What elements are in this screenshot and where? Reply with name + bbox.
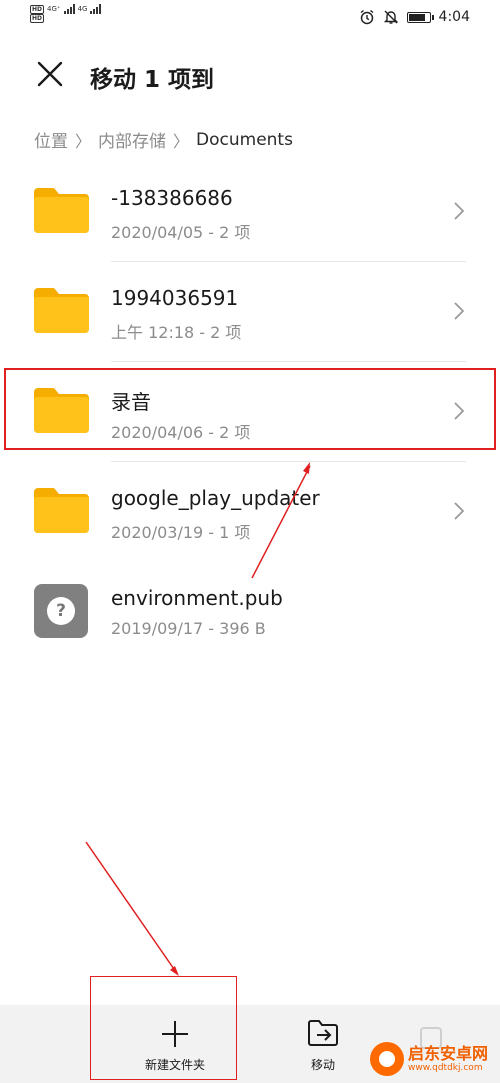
- move-button[interactable]: 移动: [273, 1005, 373, 1083]
- new-folder-label: 新建文件夹: [144, 1058, 205, 1072]
- arrowhead: [303, 462, 310, 474]
- watermark-title: 启东安卓网: [408, 1043, 489, 1063]
- move-label: 移动: [310, 1058, 335, 1072]
- watermark-logo-icon: [370, 1042, 404, 1076]
- plus-icon: [162, 1021, 188, 1047]
- new-folder-button[interactable]: 新建文件夹: [100, 1005, 250, 1083]
- annotation-arrow-to-folder: [251, 465, 311, 579]
- watermark: 启东安卓网 www.qdtdkj.com: [370, 1042, 488, 1076]
- arrowhead: [170, 966, 179, 976]
- watermark-url: www.qdtdkj.com: [408, 1062, 483, 1073]
- move-to-folder-icon: [308, 1020, 338, 1046]
- annotation-arrow-to-button: [85, 841, 177, 973]
- annotation-arrows: [85, 462, 311, 976]
